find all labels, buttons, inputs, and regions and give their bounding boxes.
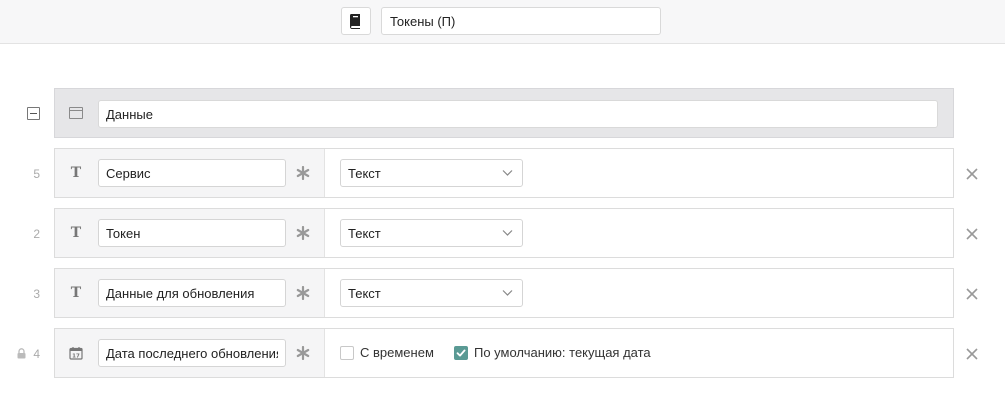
default-today-checkbox[interactable]: По умолчанию: текущая дата [454, 345, 651, 360]
field-settings: 17 [55, 329, 325, 377]
field-settings: T [55, 269, 325, 317]
required-asterisk-icon[interactable] [295, 165, 311, 181]
text-type-icon: T [70, 225, 82, 241]
top-bar [0, 0, 1005, 44]
chevron-down-icon [502, 230, 513, 236]
delete-icon[interactable] [966, 348, 978, 360]
field-type-label: Текст [348, 225, 381, 241]
group-name-input[interactable] [98, 100, 938, 128]
field-row: 17 С временем По умолчанию: текущая дата [54, 328, 954, 378]
field-number: 5 [33, 167, 40, 181]
calendar-icon: 17 [68, 344, 84, 362]
field-name-input[interactable] [98, 219, 286, 247]
book-icon [350, 14, 360, 29]
field-row: T Текст [54, 268, 954, 318]
field-row: T Текст [54, 148, 954, 198]
required-asterisk-icon[interactable] [295, 225, 311, 241]
field-type-label: Текст [348, 165, 381, 181]
text-type-icon: T [70, 165, 82, 181]
check-icon [456, 349, 466, 357]
checkbox-checked[interactable] [454, 345, 468, 360]
field-number: 3 [33, 287, 40, 301]
field-type-label: Текст [348, 285, 381, 301]
checkbox-unchecked[interactable] [340, 345, 354, 360]
field-name-input[interactable] [98, 279, 286, 307]
window-icon [69, 107, 83, 119]
book-button[interactable] [341, 7, 371, 35]
delete-icon[interactable] [966, 288, 978, 300]
required-asterisk-icon[interactable] [295, 285, 311, 301]
field-settings: T [55, 149, 325, 197]
default-today-label: По умолчанию: текущая дата [474, 345, 651, 360]
field-number: 4 [33, 347, 40, 361]
field-type-select[interactable]: Текст [340, 159, 523, 187]
chevron-down-icon [502, 290, 513, 296]
required-asterisk-icon[interactable] [295, 345, 311, 361]
field-number: 2 [33, 227, 40, 241]
group-row [54, 88, 954, 138]
chevron-down-icon [502, 170, 513, 176]
table-title-input[interactable] [381, 7, 661, 35]
field-type-select[interactable]: Текст [340, 279, 523, 307]
field-name-input[interactable] [98, 339, 286, 367]
field-settings: T [55, 209, 325, 257]
collapse-minus-icon[interactable] [27, 107, 40, 120]
svg-text:17: 17 [72, 353, 80, 359]
field-type-select[interactable]: Текст [340, 219, 523, 247]
delete-icon[interactable] [966, 228, 978, 240]
with-time-label: С временем [360, 345, 434, 360]
field-row: T Текст [54, 208, 954, 258]
text-type-icon: T [70, 285, 82, 301]
with-time-checkbox[interactable]: С временем [340, 345, 434, 360]
delete-icon[interactable] [966, 168, 978, 180]
field-name-input[interactable] [98, 159, 286, 187]
